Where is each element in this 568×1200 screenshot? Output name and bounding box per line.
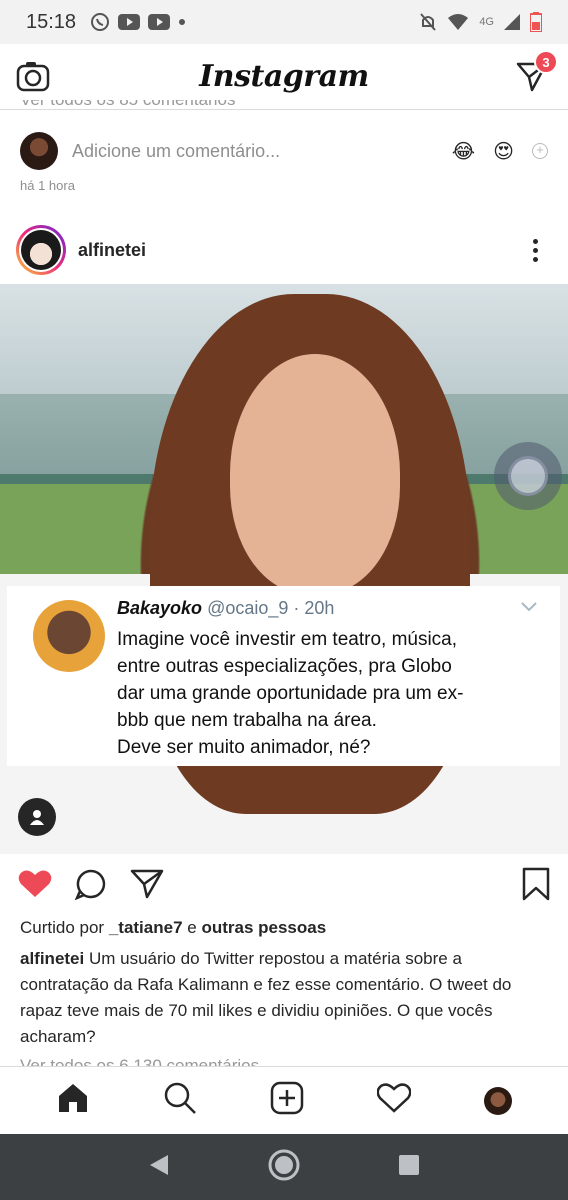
more-options-icon[interactable] — [533, 238, 538, 262]
back-icon[interactable] — [148, 1153, 170, 1182]
quick-emojis: 😂 😍 + — [452, 139, 548, 164]
activity-heart-icon[interactable] — [376, 1083, 412, 1118]
avatar — [21, 230, 61, 270]
wifi-icon — [448, 14, 469, 30]
tweet-avatar — [33, 600, 105, 672]
dm-badge: 3 — [534, 50, 558, 74]
tagged-user-icon[interactable] — [18, 798, 56, 836]
comment-icon[interactable] — [74, 868, 108, 905]
system-icons: 4G — [419, 12, 542, 32]
avatar — [20, 132, 58, 170]
search-icon[interactable] — [163, 1081, 197, 1120]
home-button-icon[interactable] — [267, 1148, 301, 1187]
post-image[interactable]: Bakayoko @ocaio_9 · 20h Imagine você inv… — [0, 284, 568, 854]
tweet-handle: @ocaio_9 · 20h — [207, 598, 335, 618]
battery-icon — [530, 12, 542, 32]
home-icon[interactable] — [56, 1082, 90, 1119]
recents-icon[interactable] — [398, 1154, 420, 1181]
post-caption: alfinetei Um usuário do Twitter repostou… — [20, 946, 550, 1050]
others-link[interactable]: outras pessoas — [201, 918, 326, 937]
like-heart-icon[interactable] — [18, 869, 52, 904]
view-all-comments-link[interactable]: Ver todos os 6.130 comentários — [20, 1054, 259, 1066]
floating-assistive-button[interactable] — [494, 442, 562, 510]
profile-avatar[interactable] — [483, 1086, 512, 1115]
tweet-text: Imagine você investir em teatro, música,… — [117, 629, 464, 758]
likes-summary[interactable]: Curtido por _tatiane7 e outras pessoas — [20, 918, 326, 938]
comment-input[interactable]: Adicione um comentário... — [72, 141, 280, 162]
status-time: 15:18 — [26, 10, 77, 33]
emoji-laugh[interactable]: 😂 — [452, 139, 475, 164]
tweet-header: Bakayoko @ocaio_9 · 20h — [117, 598, 334, 619]
youtube-icon — [118, 14, 141, 30]
mute-icon — [420, 13, 437, 31]
network-type: 4G — [479, 16, 494, 28]
add-emoji-icon[interactable]: + — [532, 143, 548, 159]
share-icon[interactable] — [130, 868, 164, 905]
status-bar: 15:18 4G — [0, 0, 568, 44]
bottom-nav — [0, 1066, 568, 1134]
dot-icon — [179, 19, 186, 25]
android-nav-bar — [0, 1134, 568, 1200]
caption-text: Um usuário do Twitter repostou a matéria… — [20, 949, 512, 1046]
bookmark-icon[interactable] — [522, 867, 550, 906]
liker-username[interactable]: _tatiane7 — [109, 918, 183, 937]
post-username[interactable]: alfinetei — [78, 240, 146, 261]
notification-icons — [90, 12, 186, 32]
instagram-logo: Instagram — [199, 59, 369, 94]
story-ring[interactable] — [16, 225, 66, 275]
tweet-author: Bakayoko — [117, 598, 203, 618]
post-timestamp: há 1 hora — [20, 178, 75, 193]
post-header: alfinetei — [0, 220, 568, 280]
whatsapp-icon — [91, 13, 110, 31]
youtube-icon — [148, 14, 171, 30]
new-post-icon[interactable] — [270, 1081, 304, 1120]
emoji-heart-eyes[interactable]: 😍 — [493, 139, 514, 164]
add-comment-row: Adicione um comentário... 😂 😍 + — [0, 128, 568, 174]
view-all-comments-link-prev[interactable]: Ver todos os 85 comentários — [20, 100, 235, 112]
signal-icon — [504, 14, 520, 30]
post-actions — [0, 862, 568, 910]
caption-username[interactable]: alfinetei — [20, 949, 84, 968]
chevron-down-icon — [520, 600, 538, 618]
tweet-card: Bakayoko @ocaio_9 · 20h Imagine você inv… — [7, 586, 560, 766]
camera-icon[interactable] — [16, 60, 50, 97]
